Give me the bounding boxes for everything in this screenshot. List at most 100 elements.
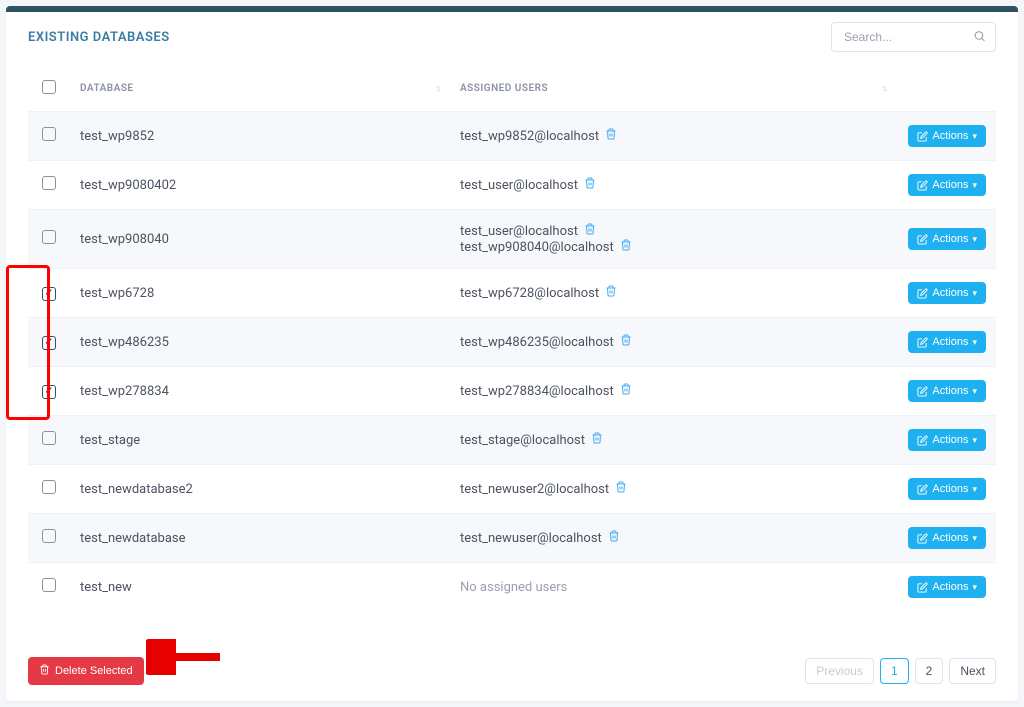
actions-button[interactable]: Actions ▾ xyxy=(908,527,986,549)
pagination-next[interactable]: Next xyxy=(949,658,996,684)
user-name: test_user@localhost xyxy=(460,178,578,193)
assigned-users-cell: test_wp486235@localhost xyxy=(450,318,896,367)
actions-button[interactable]: Actions▾ xyxy=(908,429,986,451)
actions-button[interactable]: Actions▾ xyxy=(908,282,986,304)
annotation-arrow xyxy=(146,639,226,675)
unassign-user-icon[interactable] xyxy=(605,285,617,301)
panel-footer: Delete Selected Previous12Next xyxy=(6,629,1018,701)
row-checkbox[interactable] xyxy=(42,127,56,141)
unassign-user-icon[interactable] xyxy=(591,432,603,448)
assigned-users-cell: test_wp9852@localhost xyxy=(450,112,896,161)
pagination: Previous12Next xyxy=(805,658,996,684)
unassign-user-icon[interactable] xyxy=(584,223,596,239)
database-name: test_wp278834 xyxy=(70,367,450,416)
search-icon xyxy=(973,28,986,47)
actions-button[interactable]: Actions▾ xyxy=(908,174,986,196)
row-checkbox[interactable] xyxy=(42,336,56,350)
actions-cell: Actions▾ xyxy=(896,563,996,612)
assigned-users-cell: No assigned users xyxy=(450,563,896,612)
assigned-user: test_stage@localhost xyxy=(460,432,886,448)
actions-button[interactable]: Actions▾ xyxy=(908,331,986,353)
user-name: test_user@localhost xyxy=(460,224,578,239)
actions-button[interactable]: Actions▾ xyxy=(908,380,986,402)
header-checkbox-cell xyxy=(28,68,70,112)
assigned-user: test_user@localhost xyxy=(460,223,886,239)
chevron-down-icon: ▾ xyxy=(972,234,977,245)
row-checkbox[interactable] xyxy=(42,480,56,494)
actions-cell: Actions▾ xyxy=(896,367,996,416)
sort-icon: ↑↓ xyxy=(881,83,886,94)
unassign-user-icon[interactable] xyxy=(584,177,596,193)
pagination-page[interactable]: 1 xyxy=(880,658,909,684)
unassign-user-icon[interactable] xyxy=(620,239,632,255)
chevron-down-icon: ▾ xyxy=(972,131,977,142)
actions-label: Actions xyxy=(932,434,968,446)
pagination-page[interactable]: 2 xyxy=(915,658,944,684)
database-name: test_newdatabase xyxy=(70,514,450,563)
database-name: test_new xyxy=(70,563,450,612)
table-row: test_wp486235 test_wp486235@localhost Acti… xyxy=(28,318,996,367)
header-users-label: ASSIGNED USERS xyxy=(460,83,548,94)
chevron-down-icon: ▾ xyxy=(972,484,977,495)
assigned-user: test_wp6728@localhost xyxy=(460,285,886,301)
panel-title: EXISTING DATABASES xyxy=(28,30,170,45)
database-name: test_wp908040 xyxy=(70,210,450,269)
row-checkbox[interactable] xyxy=(42,431,56,445)
user-name: test_wp9852@localhost xyxy=(460,129,599,144)
row-checkbox[interactable] xyxy=(42,578,56,592)
assigned-user: test_wp908040@localhost xyxy=(460,239,886,255)
checkbox-cell xyxy=(28,465,70,514)
assigned-user: test_wp486235@localhost xyxy=(460,334,886,350)
actions-label: Actions xyxy=(932,532,968,544)
table-row: test_wp278834test_wp278834@localhost Acti… xyxy=(28,367,996,416)
actions-cell: Actions ▾ xyxy=(896,465,996,514)
actions-label: Actions xyxy=(932,233,968,245)
assigned-users-cell: test_wp278834@localhost xyxy=(450,367,896,416)
header-users[interactable]: ASSIGNED USERS ↑↓ xyxy=(450,68,896,112)
table-row: test_wp908040 test_user@localhosttest_wp9… xyxy=(28,210,996,269)
databases-table: DATABASE ↑↓ ASSIGNED USERS ↑↓ test_wp985… xyxy=(28,68,996,611)
actions-button[interactable]: Actions▾ xyxy=(908,576,986,598)
user-name: test_wp908040@localhost xyxy=(460,240,614,255)
row-checkbox[interactable] xyxy=(42,176,56,190)
actions-label: Actions xyxy=(932,483,968,495)
unassign-user-icon[interactable] xyxy=(608,530,620,546)
assigned-user: test_user@localhost xyxy=(460,177,886,193)
database-name: test_wp486235 xyxy=(70,318,450,367)
table-row: test_wp9080402test_user@localhostActions… xyxy=(28,161,996,210)
row-checkbox[interactable] xyxy=(42,529,56,543)
database-name: test_wp9852 xyxy=(70,112,450,161)
actions-cell: Actions ▾ xyxy=(896,112,996,161)
actions-cell: Actions ▾ xyxy=(896,210,996,269)
unassign-user-icon[interactable] xyxy=(615,481,627,497)
delete-selected-button[interactable]: Delete Selected xyxy=(28,657,144,685)
panel-header: EXISTING DATABASES xyxy=(6,12,1018,68)
sort-icon: ↑↓ xyxy=(435,83,440,94)
assigned-user: test_wp9852@localhost xyxy=(460,128,886,144)
table-row: test_newdatabase2test_newuser2@localhost… xyxy=(28,465,996,514)
unassign-user-icon[interactable] xyxy=(620,383,632,399)
assigned-users-cell: test_newuser2@localhost xyxy=(450,465,896,514)
actions-button[interactable]: Actions ▾ xyxy=(908,228,986,250)
header-database[interactable]: DATABASE ↑↓ xyxy=(70,68,450,112)
row-checkbox[interactable] xyxy=(42,385,56,399)
database-name: test_wp6728 xyxy=(70,269,450,318)
assigned-user: test_newuser@localhost xyxy=(460,530,886,546)
row-checkbox[interactable] xyxy=(42,230,56,244)
unassign-user-icon[interactable] xyxy=(605,128,617,144)
actions-label: Actions xyxy=(932,130,968,142)
row-checkbox[interactable] xyxy=(42,287,56,301)
chevron-down-icon: ▾ xyxy=(972,533,977,544)
pagination-previous: Previous xyxy=(805,658,874,684)
unassign-user-icon[interactable] xyxy=(620,334,632,350)
actions-label: Actions xyxy=(932,385,968,397)
search-input[interactable] xyxy=(831,22,996,52)
table-row: test_newdatabase test_newuser@localhost Ac… xyxy=(28,514,996,563)
checkbox-cell xyxy=(28,416,70,465)
assigned-users-cell: test_newuser@localhost xyxy=(450,514,896,563)
checkbox-cell xyxy=(28,563,70,612)
select-all-checkbox[interactable] xyxy=(42,80,56,94)
actions-button[interactable]: Actions ▾ xyxy=(908,125,986,147)
checkbox-cell xyxy=(28,269,70,318)
actions-button[interactable]: Actions ▾ xyxy=(908,478,986,500)
